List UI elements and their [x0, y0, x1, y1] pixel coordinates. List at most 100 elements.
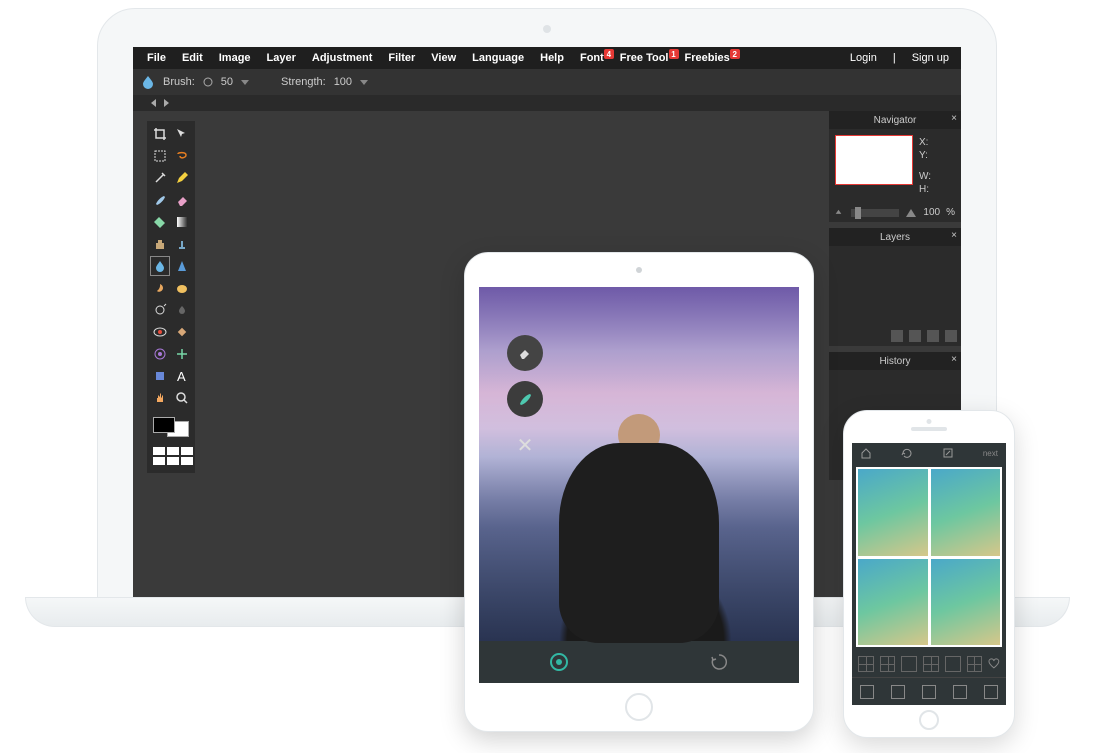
color-swatches[interactable] — [151, 415, 191, 439]
menu-freebies[interactable]: Freebies2 — [677, 52, 738, 64]
phone-collage[interactable] — [856, 467, 1002, 647]
type-tool[interactable]: A — [173, 367, 191, 385]
navigator-thumbnail[interactable] — [835, 135, 913, 185]
swatch-grid[interactable] — [153, 447, 193, 465]
layout-option[interactable] — [880, 656, 896, 672]
hand-tool[interactable] — [151, 389, 169, 407]
pinch-tool[interactable] — [173, 345, 191, 363]
tablet-close-button[interactable]: ✕ — [507, 427, 543, 463]
bloat-tool[interactable] — [151, 345, 169, 363]
menu-filter[interactable]: Filter — [380, 52, 423, 64]
layer-delete-icon[interactable] — [927, 330, 939, 342]
layout-option[interactable] — [923, 656, 939, 672]
zoom-in-icon[interactable] — [905, 208, 917, 218]
phone-tab-bar — [852, 677, 1006, 705]
favorite-icon[interactable] — [988, 658, 1000, 670]
sponge-tool[interactable] — [173, 279, 191, 297]
signup-link[interactable]: Sign up — [906, 52, 955, 64]
layers-list[interactable] — [829, 246, 961, 326]
spot-heal-tool[interactable] — [173, 323, 191, 341]
layout-option[interactable] — [945, 656, 961, 672]
bucket-tool[interactable] — [151, 213, 169, 231]
phone-tab[interactable] — [891, 685, 905, 699]
tablet-frame: ✕ — [464, 252, 814, 732]
tablet-canvas-image[interactable]: ✕ — [479, 287, 799, 641]
lasso-tool[interactable] — [173, 147, 191, 165]
brush-size-value[interactable]: 50 — [221, 76, 233, 88]
zoom-value: 100 — [923, 207, 940, 218]
clone-tool[interactable] — [151, 235, 169, 253]
brush-preview-icon[interactable] — [203, 77, 213, 87]
sharpen-tool[interactable] — [173, 257, 191, 275]
brush-tool[interactable] — [151, 191, 169, 209]
tablet-record-button[interactable] — [550, 653, 568, 671]
history-title: History — [879, 356, 910, 367]
collage-cell[interactable] — [858, 559, 928, 646]
gradient-tool[interactable] — [173, 213, 191, 231]
phone-edit-icon[interactable] — [942, 447, 954, 459]
tool-palette: A — [147, 121, 195, 473]
eraser-tool[interactable] — [173, 191, 191, 209]
tablet-undo-icon[interactable] — [709, 652, 729, 672]
phone-tab[interactable] — [953, 685, 967, 699]
collage-cell[interactable] — [931, 469, 1001, 556]
layer-settings-icon[interactable] — [945, 330, 957, 342]
menu-layer[interactable]: Layer — [259, 52, 304, 64]
menu-language[interactable]: Language — [464, 52, 532, 64]
burn-tool[interactable] — [173, 301, 191, 319]
menu-image[interactable]: Image — [211, 52, 259, 64]
smudge-tool[interactable] — [151, 279, 169, 297]
menu-font[interactable]: Font4 — [572, 52, 612, 64]
foreground-color-swatch[interactable] — [153, 417, 175, 433]
zoom-slider[interactable] — [851, 209, 899, 217]
menu-free-tool[interactable]: Free Tool1 — [612, 52, 677, 64]
blur-tool[interactable] — [151, 257, 169, 275]
tablet-home-button[interactable] — [625, 693, 653, 721]
menu-file[interactable]: File — [139, 52, 174, 64]
phone-home-icon[interactable] — [860, 447, 872, 459]
move-tool[interactable] — [173, 125, 191, 143]
layout-option[interactable] — [901, 656, 917, 672]
collage-cell[interactable] — [931, 559, 1001, 646]
strength-value[interactable]: 100 — [334, 76, 352, 88]
layout-option[interactable] — [858, 656, 874, 672]
login-link[interactable]: Login — [844, 52, 883, 64]
layer-new-icon[interactable] — [891, 330, 903, 342]
phone-camera — [927, 419, 932, 424]
redeye-tool[interactable] — [151, 323, 169, 341]
brush-dropdown-icon[interactable] — [241, 80, 249, 85]
layers-close-icon[interactable]: × — [951, 230, 957, 241]
tab-next-icon[interactable] — [164, 99, 169, 107]
menu-view[interactable]: View — [423, 52, 464, 64]
menu-adjustment[interactable]: Adjustment — [304, 52, 381, 64]
tablet-brush-button[interactable] — [507, 381, 543, 417]
shape-tool[interactable] — [151, 367, 169, 385]
dodge-tool[interactable] — [151, 301, 169, 319]
phone-refresh-icon[interactable] — [901, 447, 913, 459]
crop-tool[interactable] — [151, 125, 169, 143]
tablet-camera — [636, 267, 642, 273]
tab-prev-icon[interactable] — [151, 99, 156, 107]
phone-tab[interactable] — [984, 685, 998, 699]
phone-next-button[interactable]: next — [983, 449, 998, 458]
layout-option[interactable] — [967, 656, 983, 672]
wand-tool[interactable] — [151, 169, 169, 187]
menu-help[interactable]: Help — [532, 52, 572, 64]
zoom-out-icon[interactable] — [835, 209, 845, 217]
layer-mask-icon[interactable] — [909, 330, 921, 342]
phone-tab[interactable] — [922, 685, 936, 699]
menu-edit[interactable]: Edit — [174, 52, 211, 64]
phone-tab[interactable] — [860, 685, 874, 699]
marquee-tool[interactable] — [151, 147, 169, 165]
tablet-eraser-button[interactable] — [507, 335, 543, 371]
zoom-tool[interactable] — [173, 389, 191, 407]
navigator-close-icon[interactable]: × — [951, 113, 957, 124]
phone-home-button[interactable] — [919, 710, 939, 730]
pencil-tool[interactable] — [173, 169, 191, 187]
strength-dropdown-icon[interactable] — [360, 80, 368, 85]
stamp-tool[interactable] — [173, 235, 191, 253]
navigator-coords: X: Y: W: H: — [919, 135, 931, 197]
history-close-icon[interactable]: × — [951, 354, 957, 365]
collage-cell[interactable] — [858, 469, 928, 556]
navigator-title: Navigator — [874, 115, 917, 126]
